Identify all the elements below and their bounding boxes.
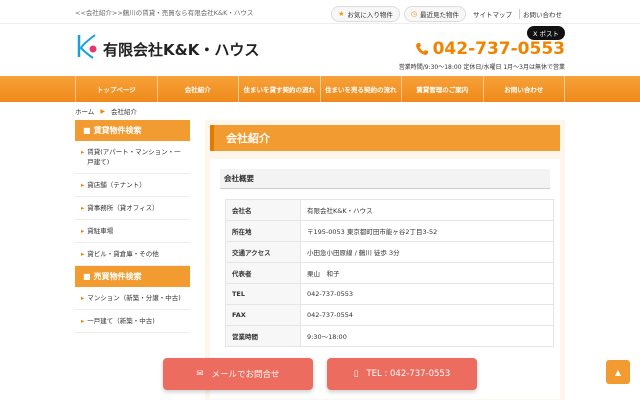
sidebar-item-rent-parking[interactable]: ▸ 貸駐車場 [75,220,190,243]
sitemap-link[interactable]: サイトマップ [470,9,515,19]
table-row: 営業時間 9:30～18:00 [225,325,554,347]
business-hours: 営業時間/9:30～18:00 定休日/水曜日 1月～3月は無休で営業 [398,64,565,71]
breadcrumb: ホーム ▶ 会社紹介 [0,102,640,120]
arrow-icon: ▸ [81,294,85,302]
search-icon: ■ [83,126,91,135]
global-nav: トップページ 会社紹介 住まいを貸す契約の流れ 住まいを売る契約の流れ 賃貸管理… [0,76,640,102]
nav-contact[interactable]: お問い合わせ [482,76,565,102]
contact-link[interactable]: お問い合わせ [519,9,565,19]
nav-company[interactable]: 会社紹介 [156,76,239,102]
page-title: 会社紹介 [210,125,560,151]
search-icon: ■ [83,272,91,281]
sidebar-item-rent-residential[interactable]: ▸ 賃貸(アパート・マンション・一戸建て) [75,141,190,174]
mail-icon: ✉ [196,369,204,379]
nav-lease-flow[interactable]: 住まいを貸す契約の流れ [238,76,320,102]
table-row: 交通アクセス 小田急小田原線 / 鶴川 徒歩 3分 [225,241,554,263]
top-bar: <<会社紹介>>鶴川の賃貸・売買なら有限会社K&K・ハウス ★ お気に入り物件 ◷… [0,0,640,24]
breadcrumb-home[interactable]: ホーム [75,106,94,116]
recent-button[interactable]: ◷ 最近見た物件 [403,6,466,22]
sidebar-item-rent-other[interactable]: ▸ 貸ビル・貸倉庫・その他 [75,243,190,266]
company-name: 有限会社K&K・ハウス [103,40,260,59]
nav-sale-flow[interactable]: 住まいを売る契約の流れ [319,76,402,102]
arrow-icon: ▸ [81,250,85,258]
sidebar-item-rent-store[interactable]: ▸ 貸店舗（テナント） [75,174,190,197]
top-breadcrumb: <<会社紹介>>鶴川の賃貸・売買なら有限会社K&K・ハウス [75,9,254,17]
top-links: ★ お気に入り物件 ◷ 最近見た物件 サイトマップ お問い合わせ [331,6,565,22]
smartphone-icon: ▯ [353,369,359,379]
company-table: 会社名 有限会社K&K・ハウス 所在地 〒195-0053 東京都町田市能ヶ谷2丁目… [225,199,554,347]
section-heading: 会社概要 [220,169,550,189]
favorites-button[interactable]: ★ お気に入り物件 [331,6,400,22]
sidebar: ■ 賃貸物件検索 ▸ 賃貸(アパート・マンション・一戸建て) ▸ 貸店舗（テナント） … [75,120,190,333]
page-top-button[interactable]: ▲ [606,360,630,384]
phone-icon [415,43,428,55]
table-row: TEL 042-737-0553 [225,283,554,305]
arrow-icon: ▸ [81,181,85,189]
logo[interactable]: 有限会社K&K・ハウス [75,32,259,60]
header-phone[interactable]: 042-737-0553 [415,39,565,59]
table-row: 所在地 〒195-0053 東京都町田市能ヶ谷2丁目3-52 [225,220,554,242]
logo-icon [77,34,97,59]
star-icon: ★ [338,10,345,18]
arrow-icon: ▸ [81,204,85,212]
clock-icon: ◷ [410,10,417,18]
nav-top[interactable]: トップページ [75,76,157,102]
table-row: 会社名 有限会社K&K・ハウス [225,199,554,221]
sale-search-heading: ■ 売買物件検索 [75,266,190,287]
mail-contact-button[interactable]: ✉ メールでお問合せ [163,358,313,390]
tweet-button[interactable]: X ポスト [526,26,565,40]
chevron-right-icon: ▶ [100,107,105,115]
table-row: FAX 042-737-0554 [225,304,554,326]
tel-contact-button[interactable]: ▯ TEL : 042-737-0553 [327,358,477,390]
arrow-icon: ▸ [81,227,85,235]
nav-management[interactable]: 賃貸管理のご案内 [401,76,483,102]
arrow-icon: ▸ [81,317,85,325]
chevron-up-icon: ▲ [614,367,622,377]
sidebar-item-sale-mansion[interactable]: ▸ マンション（新築・分譲・中古) [75,287,190,310]
header: 有限会社K&K・ハウス X ポスト 042-737-0553 営業時間/9:30… [0,24,640,76]
arrow-icon: ▸ [81,148,85,156]
sidebar-item-sale-house[interactable]: ▸ 一戸建て（新築・中古) [75,310,190,333]
sidebar-item-rent-office[interactable]: ▸ 貸事務所（貸オフィス） [75,197,190,220]
breadcrumb-current: 会社紹介 [110,108,137,116]
rent-search-heading: ■ 賃貸物件検索 [75,120,190,141]
table-row: 代表者 栗山 和子 [225,262,554,284]
